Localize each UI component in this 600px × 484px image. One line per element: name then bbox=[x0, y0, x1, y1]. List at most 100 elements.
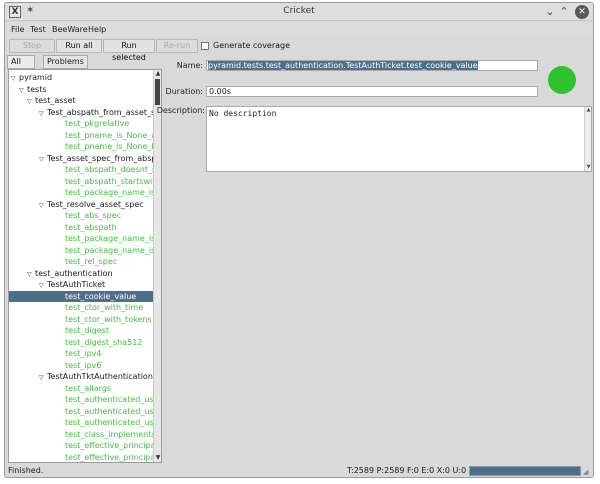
tree-node-label: test_effective_principals bbox=[65, 452, 154, 462]
tree-node-label: test_ctor_with_tokens bbox=[65, 314, 152, 324]
tree-node-label: test_pname_is_None_afte bbox=[65, 130, 154, 140]
tree-test-node[interactable]: test_authenticated_useri bbox=[9, 394, 154, 406]
tree-node-label: test_rel_spec bbox=[65, 257, 118, 266]
resize-grip-icon[interactable]: ◢ bbox=[583, 468, 591, 476]
tree-test-node[interactable]: test_authenticated_useri bbox=[9, 417, 154, 429]
minimize-icon[interactable]: ⌄ bbox=[543, 5, 557, 19]
test-tree[interactable]: ▽ pyramid ▽ tests ▽ test_asset ▽ Test_abspath_f… bbox=[9, 70, 154, 462]
tree-group-node[interactable]: ▽ test_asset bbox=[9, 95, 154, 107]
tree-group-node[interactable]: ▽ tests bbox=[9, 84, 154, 96]
tree-node-label: test_pname_is_None_bef bbox=[65, 142, 154, 151]
tree-node-label: test_class_implements_IA bbox=[65, 429, 154, 439]
tree-node-label: test_ipv4 bbox=[65, 349, 102, 358]
tree-node-label: pyramid bbox=[19, 73, 53, 82]
maximize-icon[interactable]: ⌃ bbox=[557, 5, 571, 19]
test-status-indicator bbox=[548, 66, 576, 94]
duration-label: Duration: bbox=[165, 87, 203, 96]
tree-node-label: test_digest bbox=[65, 326, 109, 335]
tree-node-label: Test_resolve_asset_spec bbox=[47, 199, 144, 209]
tree-test-node[interactable]: test_digest_sha512 bbox=[9, 337, 154, 349]
tree-test-node[interactable]: test_effective_principals bbox=[9, 440, 154, 452]
tree-group-node[interactable]: ▽ Test_resolve_asset_spec bbox=[9, 199, 154, 211]
tree-test-node[interactable]: test_pname_is_None_afte bbox=[9, 130, 154, 142]
scroll-up-icon[interactable]: ▲ bbox=[154, 70, 161, 78]
description-field[interactable]: No description ▲ ▼ bbox=[206, 106, 592, 172]
tree-scrollbar[interactable]: ▲ ▼ bbox=[153, 70, 161, 462]
description-scroll-down-icon[interactable]: ▼ bbox=[585, 164, 592, 171]
tree-node-label: test_package_name_is_p bbox=[65, 245, 154, 255]
expand-toggle-icon[interactable]: ▽ bbox=[11, 73, 19, 84]
tree-group-node[interactable]: ▽ test_authentication bbox=[9, 268, 154, 280]
description-scrollbar[interactable]: ▲ ▼ bbox=[584, 107, 591, 171]
description-scroll-up-icon[interactable]: ▲ bbox=[585, 107, 592, 114]
duration-field[interactable]: 0.00s bbox=[206, 86, 538, 97]
run-selected-button[interactable]: Run selected bbox=[103, 39, 155, 62]
progress-bar bbox=[469, 466, 581, 476]
test-tree-panel: ▽ pyramid ▽ tests ▽ test_asset ▽ Test_abspath_f… bbox=[8, 69, 162, 463]
tree-test-node[interactable]: test_effective_principals bbox=[9, 452, 154, 463]
tree-group-node[interactable]: ▽ Test_abspath_from_asset_sp bbox=[9, 107, 154, 119]
tree-group-node[interactable]: ▽ TestAuthTicket bbox=[9, 279, 154, 291]
tree-test-node[interactable]: test_pkgrelative bbox=[9, 118, 154, 130]
name-field[interactable]: pyramid.tests.test_authentication.TestAu… bbox=[206, 60, 538, 71]
tree-test-node[interactable]: test_ctor_with_time bbox=[9, 302, 154, 314]
tree-test-node[interactable]: test_abs_spec bbox=[9, 210, 154, 222]
rerun-button[interactable]: Re-run bbox=[156, 39, 198, 53]
tree-test-node[interactable]: test_ipv4 bbox=[9, 348, 154, 360]
expand-toggle-icon[interactable]: ▽ bbox=[39, 280, 47, 291]
tab-problems[interactable]: Problems bbox=[43, 55, 88, 69]
expand-toggle-icon[interactable]: ▽ bbox=[39, 108, 47, 119]
tree-test-node[interactable]: test_package_name_is_m bbox=[9, 187, 154, 199]
tree-node-label: test_abspath_doesnt_sta bbox=[65, 165, 154, 174]
tree-test-node[interactable]: test_abspath bbox=[9, 222, 154, 234]
expand-toggle-icon[interactable]: ▽ bbox=[19, 85, 27, 96]
menu-test[interactable]: Test bbox=[30, 25, 46, 34]
name-label: Name: bbox=[176, 61, 203, 70]
tree-test-node[interactable]: test_package_name_is_p bbox=[9, 245, 154, 257]
menu-beeware[interactable]: BeeWare bbox=[52, 25, 88, 34]
tree-node-label: test_abspath bbox=[65, 222, 117, 232]
tree-test-node[interactable]: test_pname_is_None_bef bbox=[9, 141, 154, 153]
status-text: Finished. bbox=[8, 466, 44, 475]
tree-node-label: test_effective_principals bbox=[65, 441, 154, 450]
coverage-checkbox[interactable] bbox=[201, 42, 209, 50]
description-label: Description: bbox=[156, 106, 205, 115]
tree-node-label: test_authenticated_useri bbox=[65, 418, 154, 427]
tree-test-node[interactable]: test_class_implements_IA bbox=[9, 429, 154, 441]
tree-node-label: test_ipv6 bbox=[65, 360, 102, 370]
tree-test-node[interactable]: test_package_name_is_N bbox=[9, 233, 154, 245]
tree-test-node[interactable]: test_ctor_with_tokens bbox=[9, 314, 154, 326]
tree-node-label: test_ctor_with_time bbox=[65, 303, 144, 312]
menu-help[interactable]: Help bbox=[88, 25, 106, 34]
tree-group-node[interactable]: ▽ pyramid bbox=[9, 72, 154, 84]
tree-group-node[interactable]: ▽ Test_asset_spec_from_abspa bbox=[9, 153, 154, 165]
tree-test-node[interactable]: test_digest bbox=[9, 325, 154, 337]
expand-toggle-icon[interactable]: ▽ bbox=[27, 96, 35, 107]
scroll-down-icon[interactable]: ▼ bbox=[154, 454, 161, 462]
expand-toggle-icon[interactable]: ▽ bbox=[27, 269, 35, 280]
tree-node-label: test_authenticated_useri bbox=[65, 395, 154, 404]
menu-bar: File Test BeeWare Help bbox=[5, 22, 593, 38]
tree-node-label: Test_abspath_from_asset_sp bbox=[47, 107, 154, 117]
tree-test-node[interactable]: test_rel_spec bbox=[9, 256, 154, 268]
tree-test-node[interactable]: test_authenticated_useri bbox=[9, 406, 154, 418]
tree-node-label: test_allargs bbox=[65, 383, 112, 393]
tree-node-label: test_digest_sha512 bbox=[65, 337, 143, 347]
title-bar: X ✶ Cricket ⌄ ⌃ ✕ bbox=[5, 3, 593, 21]
tree-node-label: test_package_name_is_m bbox=[65, 188, 154, 197]
tree-group-node[interactable]: ▽ TestAuthTktAuthenticationP bbox=[9, 371, 154, 383]
stop-button[interactable]: Stop bbox=[9, 39, 55, 53]
expand-toggle-icon[interactable]: ▽ bbox=[39, 372, 47, 383]
tab-all-tests[interactable]: All tests bbox=[7, 55, 35, 78]
tree-test-node[interactable]: test_abspath_startswith_ bbox=[9, 176, 154, 188]
tree-test-node[interactable]: test_abspath_doesnt_sta bbox=[9, 164, 154, 176]
tree-test-node[interactable]: test_allargs bbox=[9, 383, 154, 395]
expand-toggle-icon[interactable]: ▽ bbox=[39, 200, 47, 211]
menu-file[interactable]: File bbox=[11, 25, 24, 34]
close-icon[interactable]: ✕ bbox=[575, 5, 589, 19]
tree-test-node[interactable]: test_cookie_value bbox=[9, 290, 154, 302]
expand-toggle-icon[interactable]: ▽ bbox=[39, 154, 47, 165]
tree-test-node[interactable]: test_ipv6 bbox=[9, 360, 154, 372]
run-all-button[interactable]: Run all bbox=[56, 39, 102, 53]
tree-node-label: test_abs_spec bbox=[65, 211, 122, 220]
